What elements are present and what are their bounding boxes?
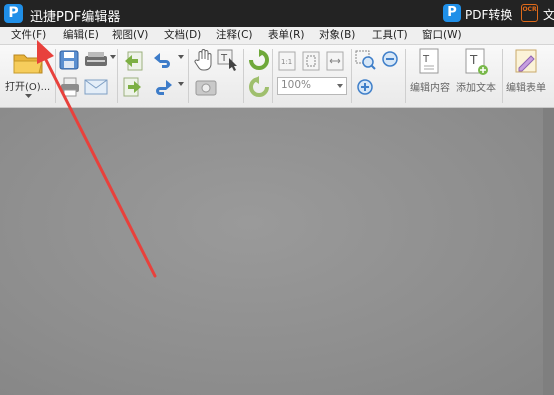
annotation-arrow	[37, 40, 157, 278]
